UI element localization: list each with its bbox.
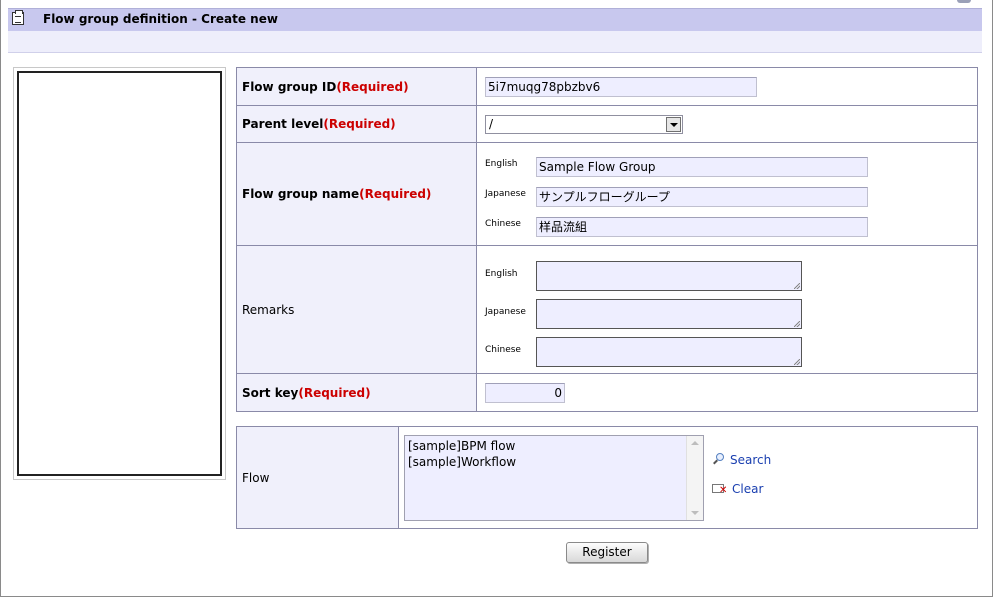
flow-group-name-english-input[interactable]: Sample Flow Group xyxy=(536,156,868,177)
flow-group-name-label-text: Flow group name xyxy=(242,187,360,201)
row-remarks: Remarks English Japanese Chinese xyxy=(236,245,978,374)
tree-panel xyxy=(13,67,226,480)
row-sort-key: Sort key(Required) 0 xyxy=(236,373,978,412)
header-subbar xyxy=(8,31,982,53)
flow-group-name-chinese-row: Chinese 样品流組 xyxy=(485,212,977,242)
chevron-down-icon[interactable] xyxy=(666,116,681,132)
flow-group-id-input[interactable]: 5i7muqg78pbzbv6 xyxy=(485,76,757,97)
language-label: Chinese xyxy=(485,218,521,229)
clear-link-text: Clear xyxy=(732,482,764,496)
flow-list-item[interactable]: [sample]BPM flow xyxy=(408,438,516,454)
remarks-japanese-row: Japanese xyxy=(485,294,977,332)
parent-level-select[interactable]: / xyxy=(485,114,683,134)
required-marker: (Required) xyxy=(298,385,371,400)
flow-group-name-japanese-row: Japanese サンプルフローグループ xyxy=(485,182,977,212)
flow-group-name-english-row: English Sample Flow Group xyxy=(485,152,977,182)
flow-cell: [sample]BPM flow [sample]Workflow Search… xyxy=(398,426,978,529)
parent-level-label-text: Parent level xyxy=(242,117,324,131)
tree-view[interactable] xyxy=(17,71,222,476)
flow-table: Flow [sample]BPM flow [sample]Workflow S… xyxy=(236,426,978,529)
required-marker: (Required) xyxy=(336,79,409,94)
scroll-down-icon[interactable] xyxy=(691,511,699,515)
clipboard-icon xyxy=(12,10,24,25)
search-icon xyxy=(712,453,726,467)
remarks-label: Remarks xyxy=(236,245,477,374)
listbox-scrollbar[interactable] xyxy=(686,436,703,520)
flow-listbox[interactable]: [sample]BPM flow [sample]Workflow xyxy=(404,435,704,521)
sort-key-cell: 0 xyxy=(476,373,978,412)
scroll-up-icon[interactable] xyxy=(691,441,699,445)
page-header: Flow group definition - Create new xyxy=(8,8,982,32)
flow-group-id-label-text: Flow group ID xyxy=(242,79,337,94)
flow-group-id-cell: 5i7muqg78pbzbv6 xyxy=(476,67,978,106)
flow-group-name-label: Flow group name(Required) xyxy=(236,142,477,246)
parent-level-cell: / xyxy=(476,105,978,143)
remarks-chinese-row: Chinese xyxy=(485,332,977,370)
flow-group-id-label: Flow group ID(Required) xyxy=(236,67,477,106)
required-marker: (Required) xyxy=(323,117,396,131)
clear-link[interactable]: Clear xyxy=(712,482,763,496)
parent-level-selected-value: / xyxy=(489,116,494,131)
row-parent-level: Parent level(Required) / xyxy=(236,105,978,143)
remarks-chinese-textarea[interactable] xyxy=(536,336,802,367)
page-title: Flow group definition - Create new xyxy=(43,12,278,26)
remarks-label-text: Remarks xyxy=(242,302,295,317)
parent-level-label: Parent level(Required) xyxy=(236,105,477,143)
row-flow: Flow [sample]BPM flow [sample]Workflow S… xyxy=(236,426,978,529)
flow-label: Flow xyxy=(236,426,399,529)
flow-label-text: Flow xyxy=(242,470,270,485)
remarks-english-row: English xyxy=(485,256,977,294)
remarks-english-textarea[interactable] xyxy=(536,260,802,291)
remarks-japanese-textarea[interactable] xyxy=(536,298,802,329)
remarks-cell: English Japanese Chinese xyxy=(476,245,978,374)
row-flow-group-id: Flow group ID(Required) 5i7muqg78pbzbv6 xyxy=(236,67,978,106)
clear-icon xyxy=(712,482,728,496)
language-label: Japanese xyxy=(485,188,526,199)
flow-list-item[interactable]: [sample]Workflow xyxy=(408,454,516,470)
flow-group-name-chinese-input[interactable]: 样品流組 xyxy=(536,216,868,237)
sort-key-label-text: Sort key xyxy=(242,385,299,400)
language-label: Japanese xyxy=(485,306,526,317)
flow-group-form: Flow group ID(Required) 5i7muqg78pbzbv6 … xyxy=(236,67,978,412)
register-button[interactable]: Register xyxy=(566,542,648,563)
flow-list-items: [sample]BPM flow [sample]Workflow xyxy=(408,438,516,470)
search-link[interactable]: Search xyxy=(712,453,771,467)
required-marker: (Required) xyxy=(359,187,432,201)
flow-group-name-cell: English Sample Flow Group Japanese サンプルフ… xyxy=(476,142,978,246)
language-label: English xyxy=(485,158,518,169)
sort-key-label: Sort key(Required) xyxy=(236,373,477,412)
flow-group-name-japanese-input[interactable]: サンプルフローグループ xyxy=(536,186,868,207)
language-label: English xyxy=(485,268,518,279)
row-flow-group-name: Flow group name(Required) English Sample… xyxy=(236,142,978,246)
language-label: Chinese xyxy=(485,344,521,355)
search-link-text: Search xyxy=(730,453,772,467)
sort-key-input[interactable]: 0 xyxy=(485,382,565,403)
